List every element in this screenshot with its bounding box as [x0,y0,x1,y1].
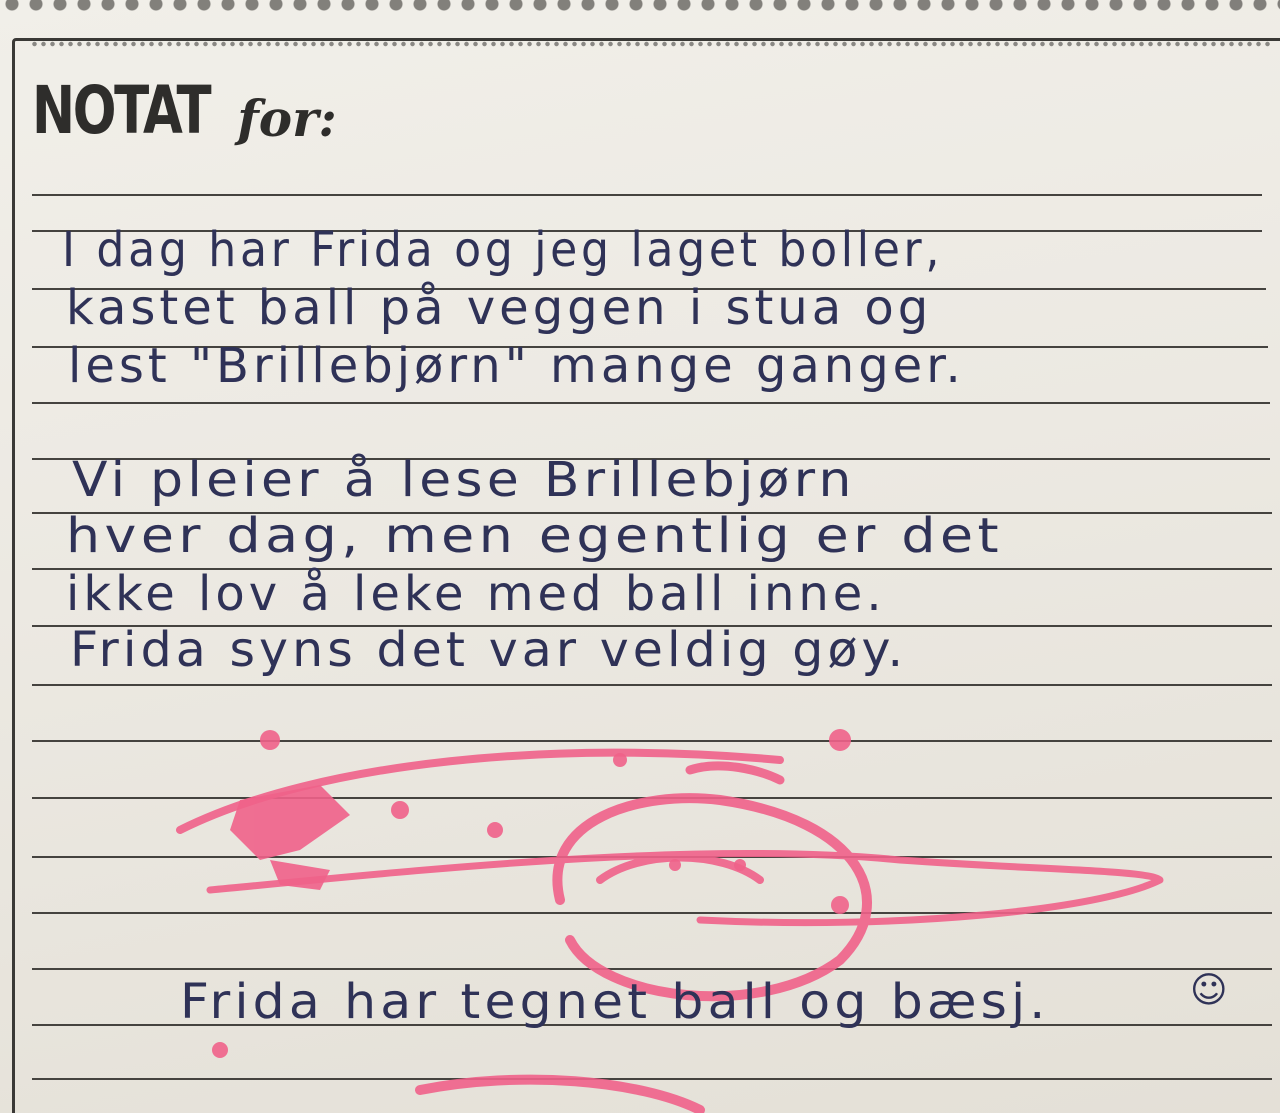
ruled-line [32,402,1270,404]
notepad-photo: NOTAT for: I dag har Frida og jeg laget … [0,0,1280,1113]
note-line: kastet ball på veggen i stua og [66,280,933,336]
drawing-caption: Frida har tegnet ball og bæsj. [180,974,1050,1030]
ruled-line [32,856,1272,858]
smiley-icon: ☺ [1190,970,1232,1011]
ruled-line [32,684,1272,686]
dotted-rule [30,40,1270,48]
ruled-line [32,968,1272,970]
binding-strip [0,0,1280,30]
heading-script: for: [237,89,337,148]
ruled-line [32,1078,1272,1080]
notepad-heading: NOTAT for: [32,78,337,144]
note-line: lest "Brillebjørn" mange ganger. [68,338,965,394]
ruled-line [32,797,1272,799]
note-line: I dag har Frida og jeg laget boller, [62,222,944,278]
note-line: hver dag, men egentlig er det [66,508,1004,564]
note-line: Frida syns det var veldig gøy. [70,622,908,678]
note-line: ikke lov å leke med ball inne. [66,566,886,622]
note-line: Vi pleier å lese Brillebjørn [72,452,856,508]
ruled-line [32,740,1272,742]
ruled-line [32,912,1272,914]
ruled-line [32,194,1262,196]
heading-main: NOTAT [32,72,212,149]
